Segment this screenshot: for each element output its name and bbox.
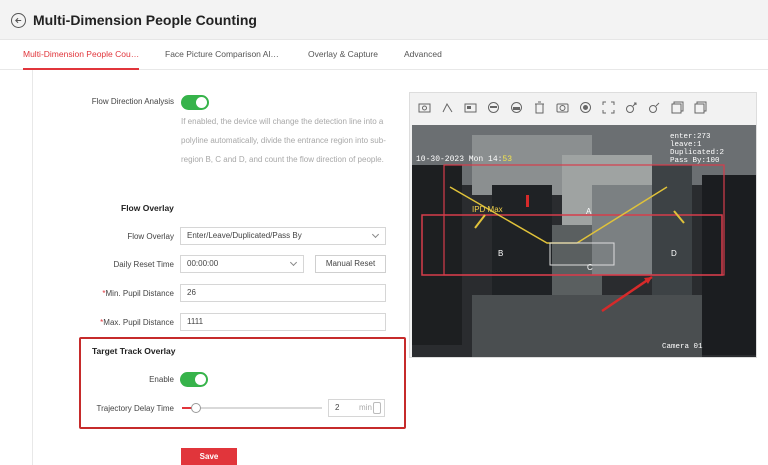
live-video-feed[interactable]: 10-30-2023 Mon 14:53 enter:273 leave:1 D…: [412, 125, 756, 357]
draw-line-icon[interactable]: [441, 101, 454, 114]
face-icon[interactable]: [487, 101, 500, 114]
pass-by-count: Pass By:100: [670, 157, 720, 165]
zoom-out-icon[interactable]: [648, 101, 661, 114]
trajectory-delay-label: Trajectory Delay Time: [96, 404, 175, 413]
flow-overlay-section-title: Flow Overlay: [121, 203, 174, 213]
delete-icon[interactable]: [533, 101, 546, 114]
toggle-knob: [195, 374, 206, 385]
record-icon[interactable]: [579, 101, 592, 114]
flow-direction-description: If enabled, the device will change the d…: [181, 117, 386, 164]
ipd-label: IPD Max: [472, 205, 503, 214]
duplicated-count: Duplicated:2: [670, 149, 725, 157]
count-overlay: enter:273 leave:1 Duplicated:2 Pass By:1…: [670, 133, 724, 165]
delay-value: 2: [335, 403, 340, 412]
header: Multi-Dimension People Counting: [0, 0, 768, 40]
flow-direction-toggle[interactable]: [181, 95, 209, 110]
window-icon[interactable]: [671, 101, 684, 114]
target-track-toggle[interactable]: [180, 372, 208, 387]
camera-label: Camera 01: [662, 343, 703, 351]
arrow-left-icon: [15, 17, 22, 24]
tab-multi-dimension[interactable]: Multi-Dimension People Cou…: [23, 40, 140, 70]
tab-overlay-capture[interactable]: Overlay & Capture: [308, 40, 378, 70]
video-timestamp: 10-30-2023 Mon 14:53: [416, 155, 513, 164]
region-label-d: D: [671, 249, 677, 258]
flow-overlay-select[interactable]: Enter/Leave/Duplicated/Pass By: [180, 227, 386, 245]
page-title: Multi-Dimension People Counting: [33, 12, 257, 28]
back-button[interactable]: [11, 13, 26, 28]
region-label-c: C: [587, 263, 593, 272]
enter-count: enter:273: [670, 133, 711, 141]
trajectory-delay-spinbox[interactable]: 2 min: [328, 399, 385, 417]
max-pupil-input[interactable]: 1111: [180, 313, 386, 331]
snapshot-icon[interactable]: [418, 101, 431, 114]
region-label-a: A: [586, 207, 592, 216]
flow-overlay-label: Flow Overlay: [127, 232, 174, 241]
page: { "header": { "title": "Multi-Dimension …: [0, 0, 768, 465]
region-label-b: B: [498, 249, 504, 258]
flow-overlay-value: Enter/Leave/Duplicated/Pass By: [187, 231, 302, 240]
save-button[interactable]: Save: [181, 448, 237, 465]
leave-count: leave:1: [670, 141, 702, 149]
region-icon[interactable]: [464, 101, 477, 114]
target-track-enable-label: Enable: [149, 375, 174, 384]
chevron-down-icon: [289, 258, 298, 267]
daily-reset-value: 00:00:00: [187, 259, 219, 268]
min-pupil-input[interactable]: 26: [180, 284, 386, 302]
live-view-panel: 10-30-2023 Mon 14:53 enter:273 leave:1 D…: [409, 92, 757, 358]
target-icon[interactable]: [510, 101, 523, 114]
manual-reset-button[interactable]: Manual Reset: [315, 255, 386, 273]
toggle-knob: [196, 97, 207, 108]
zoom-in-icon[interactable]: [625, 101, 638, 114]
delay-unit: min: [359, 403, 372, 412]
max-pupil-label: *Max. Pupil Distance: [100, 318, 174, 327]
tab-advanced[interactable]: Advanced: [404, 40, 442, 70]
daily-reset-time-select[interactable]: 00:00:00: [180, 255, 304, 273]
divider: [32, 70, 33, 465]
target-track-section-title: Target Track Overlay: [92, 346, 176, 356]
capture-icon[interactable]: [556, 101, 569, 114]
spin-arrows-icon[interactable]: [373, 402, 381, 414]
chevron-down-icon: [371, 230, 380, 239]
window-alt-icon[interactable]: [694, 101, 707, 114]
tab-bar: Multi-Dimension People Cou… Face Picture…: [0, 40, 768, 70]
min-pupil-label: *Min. Pupil Distance: [102, 289, 174, 298]
tab-face-comparison[interactable]: Face Picture Comparison Al…: [165, 40, 279, 70]
daily-reset-label: Daily Reset Time: [113, 260, 174, 269]
slider-handle[interactable]: [191, 403, 201, 413]
trajectory-delay-slider[interactable]: [182, 407, 322, 409]
live-view-toolbar: [410, 93, 756, 123]
flow-direction-label: Flow Direction Analysis: [91, 97, 174, 106]
fullscreen-icon[interactable]: [602, 101, 615, 114]
